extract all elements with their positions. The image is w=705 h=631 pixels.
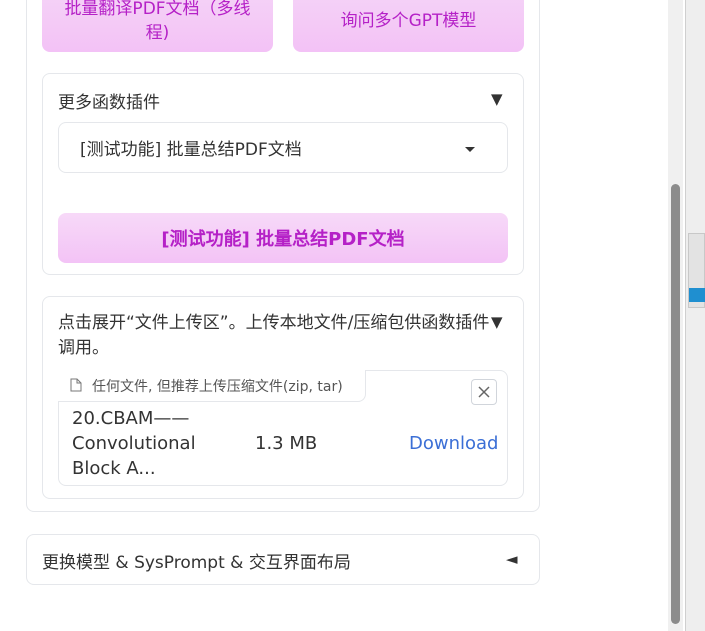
more-plugins-title[interactable]: 更多函数插件 xyxy=(58,88,160,113)
batch-translate-pdf-button[interactable]: 批量翻译PDF文档（多线程) xyxy=(42,0,273,52)
plugin-select-value: [测试功能] 批量总结PDF文档 xyxy=(80,140,302,160)
background-window-accent xyxy=(689,288,705,302)
download-file-link[interactable]: Download xyxy=(409,431,498,456)
scrollbar-thumb[interactable] xyxy=(671,184,680,624)
file-upload-hint-text: 任何文件, 但推荐上传压缩文件(zip, tar) xyxy=(92,378,343,395)
more-plugins-toggle-icon[interactable]: ▼ xyxy=(491,90,503,108)
ask-multiple-gpt-button[interactable]: 询问多个GPT模型 xyxy=(293,0,524,52)
background-window xyxy=(685,0,705,631)
file-upload-hint: 任何文件, 但推荐上传压缩文件(zip, tar) xyxy=(58,370,366,402)
ask-multiple-gpt-label: 询问多个GPT模型 xyxy=(340,11,477,31)
model-settings-toggle-icon[interactable]: ◄ xyxy=(506,550,518,568)
file-icon xyxy=(70,378,82,392)
uploaded-file-name: 20.CBAM——Convolutional Block A... xyxy=(72,408,196,479)
uploaded-file-size: 1.3 MB xyxy=(255,433,318,454)
file-upload-title[interactable]: 点击展开“文件上传区”。上传本地文件/压缩包供函数插件调用。 xyxy=(58,311,498,361)
model-settings-title[interactable]: 更换模型 & SysPrompt & 交互界面布局 xyxy=(42,548,351,573)
file-upload-toggle-icon[interactable]: ▼ xyxy=(491,313,503,331)
run-plugin-label: [测试功能] 批量总结PDF文档 xyxy=(161,229,405,250)
plugin-select-dropdown[interactable]: [测试功能] 批量总结PDF文档 xyxy=(58,122,508,173)
caret-down-icon xyxy=(465,147,475,152)
remove-file-button[interactable] xyxy=(471,379,497,405)
run-plugin-button[interactable]: [测试功能] 批量总结PDF文档 xyxy=(58,213,508,263)
close-icon xyxy=(478,386,490,398)
batch-translate-pdf-label: 批量翻译PDF文档（多线程) xyxy=(64,0,251,43)
